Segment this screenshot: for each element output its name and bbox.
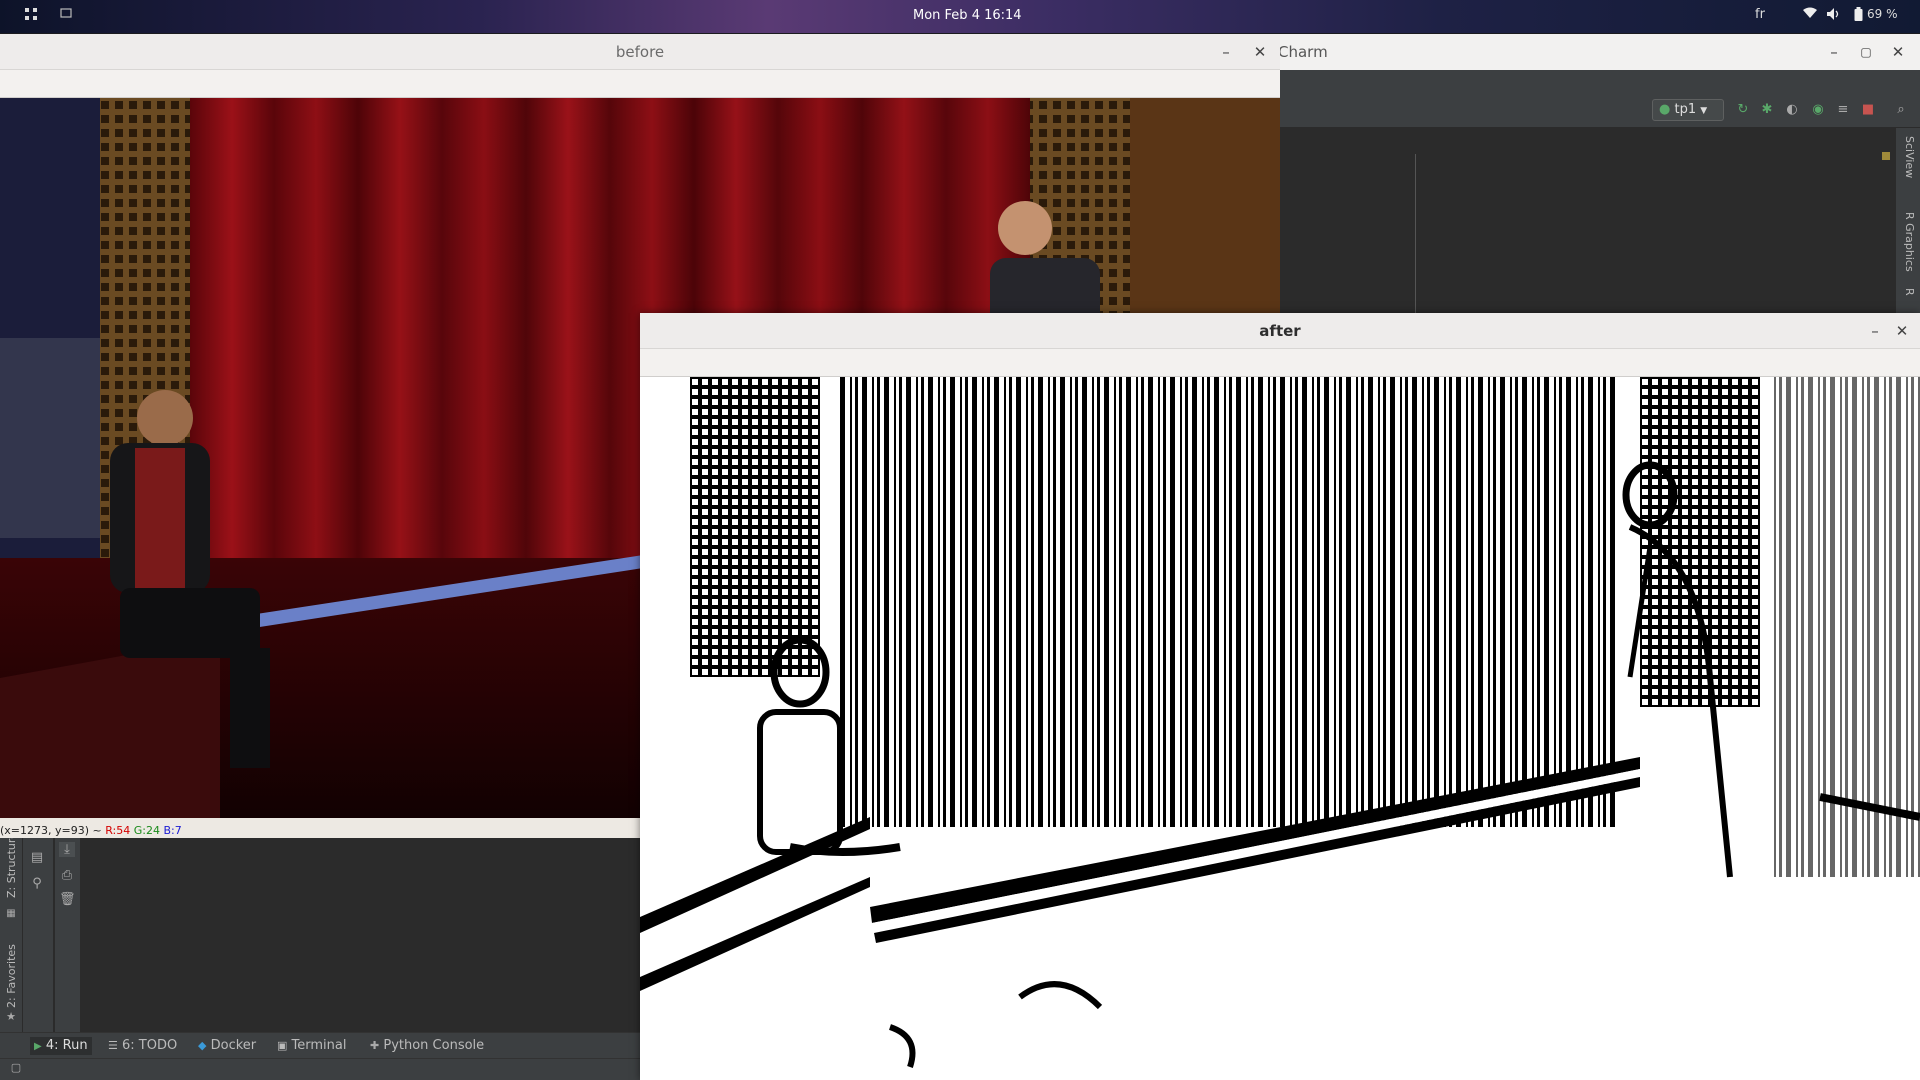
structure-icon: ▦ [6,908,16,919]
tab-run[interactable]: ▶ 4: Run [30,1037,92,1055]
wifi-icon[interactable] [1802,7,1818,23]
after-window: after – ✕ [640,313,1920,1080]
run-toolbar-left: ▤ ⚲ [23,838,53,1032]
tab-terminal-label: Terminal [291,1038,347,1053]
pixel-coords: (x=1273, y=93) ~ [0,824,102,837]
star-icon: ★ [6,1010,16,1023]
profile-icon[interactable]: ◉ [1810,102,1826,118]
todo-list-icon: ☰ [108,1039,118,1052]
debug-icon[interactable]: ✱ [1759,102,1775,118]
build-icon[interactable]: ≡ [1835,102,1851,118]
sciview-tab[interactable]: SciView [1903,136,1916,178]
tab-docker[interactable]: ◆ Docker [198,1037,256,1055]
stop-icon[interactable]: ■ [1860,102,1876,118]
before-titlebar[interactable]: before – ✕ [0,34,1280,70]
python-icon: ● [1659,102,1671,117]
pixel-red: R:54 [105,824,131,837]
before-toolbar [0,70,1280,98]
clock[interactable]: Mon Feb 4 16:14 [913,8,1022,23]
close-icon[interactable]: ✕ [1892,321,1912,341]
gutter-divider [1415,154,1416,314]
python-console-icon: ✚ [370,1039,380,1052]
system-top-bar: Mon Feb 4 16:14 fr 69 % [0,0,1920,33]
window-switch-icon[interactable] [60,7,72,23]
battery-percentage: 69 % [1867,7,1898,21]
run-config-label: tp1 [1674,102,1697,117]
search-icon[interactable]: ⌕ [1893,102,1909,118]
rerun-icon[interactable]: ↻ [1735,102,1751,118]
coverage-icon[interactable]: ◐ [1784,102,1800,118]
bottom-tool-tabs: ▶ 4: Run ☰ 6: TODO ◆ Docker ▣ Terminal ✚… [0,1032,640,1058]
terminal-icon: ▣ [277,1039,288,1052]
after-titlebar[interactable]: after – ✕ [640,313,1920,349]
r-graphics-tab[interactable]: R Graphics [1903,212,1916,272]
ide-status-bar: ▢ [0,1058,640,1080]
pin-icon[interactable]: ⚲ [29,876,45,891]
scroll-to-end-icon[interactable]: ⤓ [59,842,75,857]
maximize-icon[interactable]: ▢ [1856,42,1876,62]
tab-docker-label: Docker [210,1038,257,1053]
chevron-down-icon: ▼ [1700,106,1708,116]
pycharm-navbar [1278,70,1920,94]
right-tool-strip: SciView R Graphics R [1896,128,1920,328]
tab-run-label: 4: Run [45,1038,88,1053]
battery-icon[interactable] [1854,7,1863,25]
after-title: after [1259,322,1301,340]
tab-todo[interactable]: ☰ 6: TODO [108,1037,177,1055]
pycharm-toolbar: ● tp1 ▼ ↻ ✱ ◐ ◉ ≡ ■ ⌕ [1278,94,1920,128]
inspection-indicator[interactable] [1882,152,1890,160]
pixel-blue: B:7 [163,824,182,837]
layout-icon[interactable]: ▤ [29,850,45,865]
tab-python-console[interactable]: ✚ Python Console [370,1037,484,1055]
close-icon[interactable]: ✕ [1888,42,1908,62]
editor-area[interactable] [1278,128,1896,328]
after-image[interactable] [640,377,1920,1080]
docker-icon: ◆ [198,1039,207,1052]
volume-icon[interactable] [1826,7,1842,25]
tab-todo-label: 6: TODO [122,1038,178,1053]
run-toolbar-right: ⤓ ⎙ 🗑 [54,838,80,1032]
tab-terminal[interactable]: ▣ Terminal [277,1037,347,1055]
structure-tab[interactable]: Z: Structure [5,832,18,898]
run-icon: ▶ [34,1041,42,1052]
pycharm-window: Charm – ▢ ✕ ● tp1 ▼ ↻ ✱ ◐ ◉ ≡ ■ ⌕ SciVie… [1278,34,1920,328]
after-toolbar [640,349,1920,377]
panel-toggle-icon[interactable]: ▢ [8,1061,24,1074]
minimize-icon[interactable]: – [1216,42,1236,62]
app-grid-icon[interactable] [24,7,38,25]
minimize-icon[interactable]: – [1824,42,1844,62]
minimize-icon[interactable]: – [1865,321,1885,341]
pycharm-title: Charm [1278,43,1328,61]
close-icon[interactable]: ✕ [1250,42,1270,62]
print-icon[interactable]: ⎙ [59,868,75,883]
r-tab[interactable]: R [1903,288,1916,296]
favorites-tab[interactable]: 2: Favorites [5,944,18,1008]
keyboard-layout-indicator[interactable]: fr [1755,7,1765,22]
run-config-dropdown[interactable]: ● tp1 ▼ [1652,99,1724,121]
pixel-status: (x=1273, y=93) ~ R:54 G:24 B:7 [0,824,640,838]
before-title: before [615,43,665,61]
after-threshold-frame [640,377,1920,1080]
tab-python-console-label: Python Console [383,1038,485,1053]
ide-run-panel: Z: Structure 2: Favorites ▦ ★ ▤ ⚲ ⤓ ⎙ 🗑 … [0,832,640,1080]
pycharm-titlebar[interactable]: Charm – ▢ ✕ [1278,34,1920,70]
trash-icon[interactable]: 🗑 [59,892,76,907]
pixel-green: G:24 [133,824,160,837]
